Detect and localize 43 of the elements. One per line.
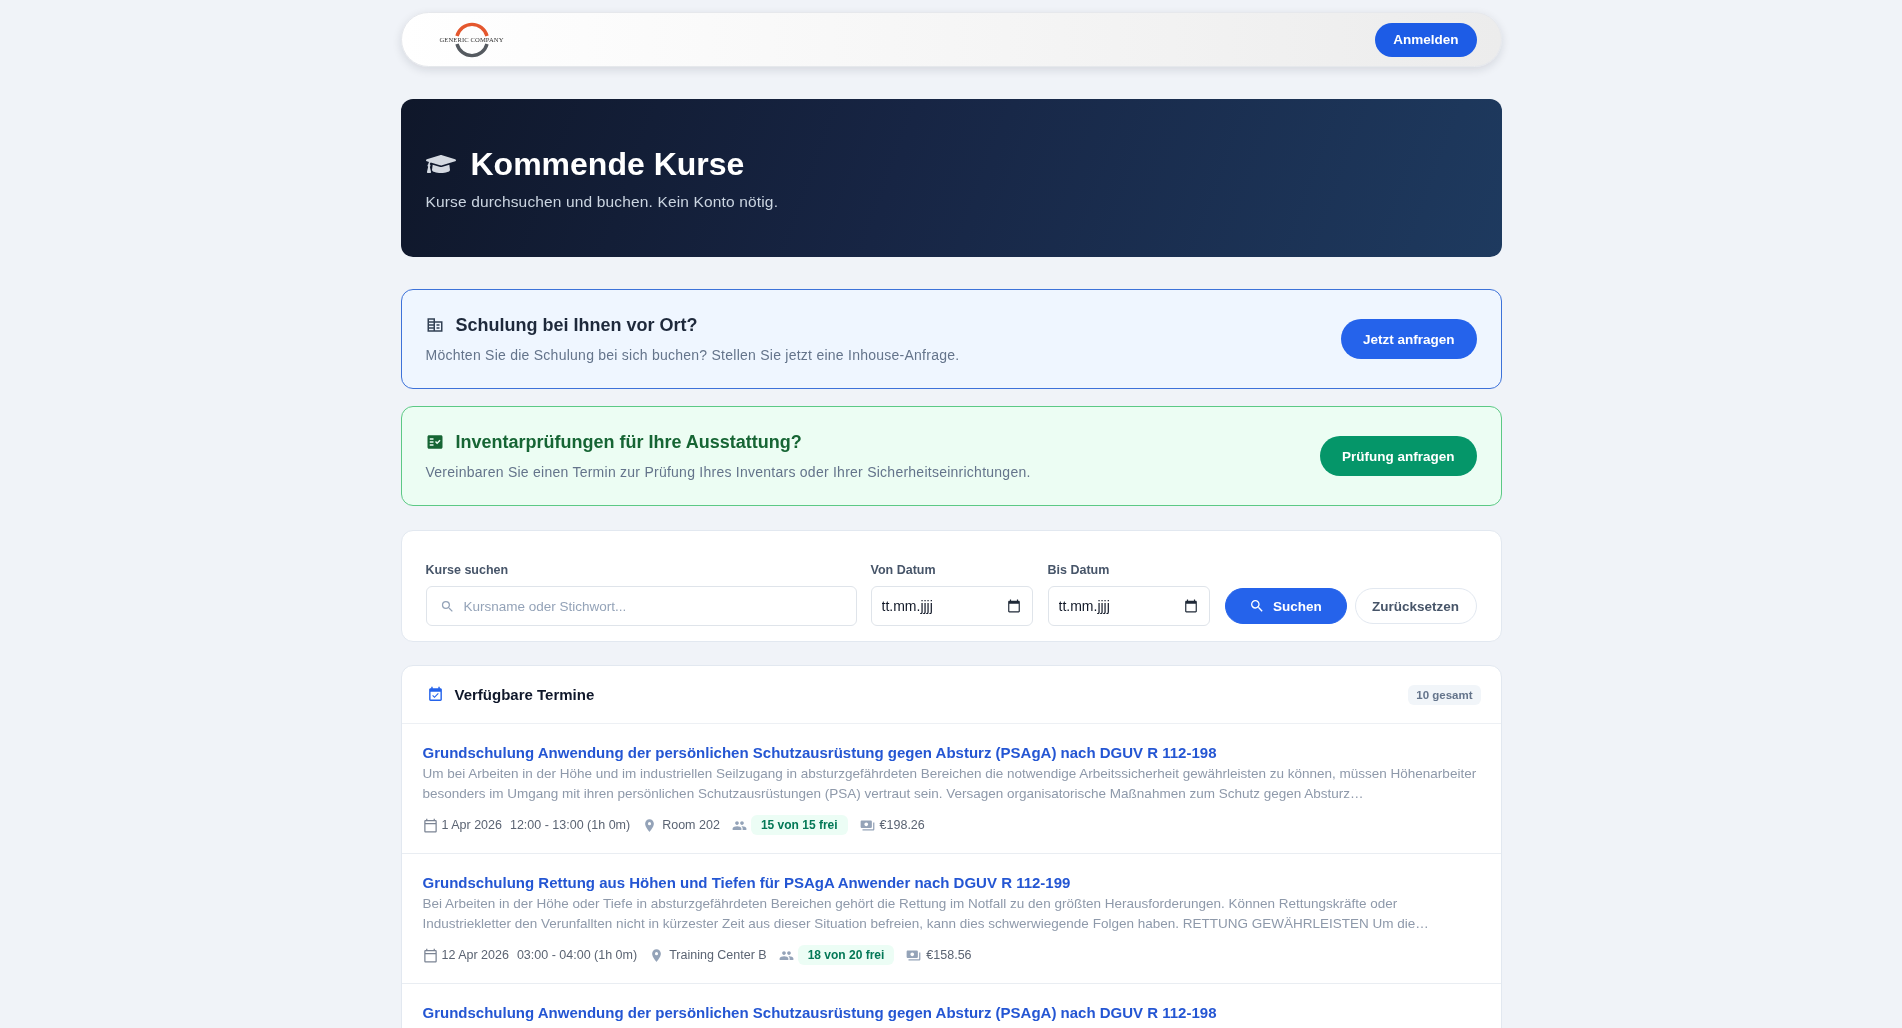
course-title-link[interactable]: Grundschulung Rettung aus Höhen und Tiefen für PSAgA Anwender nach DGUV R 112-199 [422, 873, 1071, 893]
course-time: 03:00 - 04:00 (1h 0m) [516, 948, 638, 962]
course-description: Bei Arbeiten in der Höhe oder Tiefe in absturzgefährdeten Bereichen gehört die Rettung im Notfall zu den größten Herausforderungen. Können Rettungskräfte oder Industriekletter den Verunfallten nicht in kürzester Zeit aus dieser Situation befreien, kann dies schwerwiegende Folgen haben. RETTUNG GEWÄHRLEISTEN Um die… [422, 895, 1430, 933]
login-button[interactable]: Anmelden [1375, 22, 1477, 57]
calendar-icon[interactable] [1006, 599, 1021, 613]
checklist-icon [425, 433, 444, 451]
course-location: Training Center B [669, 948, 767, 962]
field-label: Kurse suchen [425, 562, 510, 578]
banner-text: Vereinbaren Sie einen Termin zur Prüfung Ihres Inventars oder Ihrer Sicherheitseinrichtungen. [425, 463, 1031, 482]
request-button[interactable]: Prüfung anfragen [1320, 436, 1477, 476]
course-description: Um bei Arbeiten in der Höhe und im industriellen Seilzugang in absturzgefährdeten Bereichen die notwendige Arbeitssicherheit gewährleisten zu können, müssen Höhenarbeiter besonders im Umgang mit ihren persönlichen Schutzausrüstungen (PSA) vertraut sein. Versagen organisatorische Maßnahmen zum Schutz gegen Absturz… [422, 765, 1477, 803]
course-title-link[interactable]: Grundschulung Anwendung der persönlichen Schutzausrüstung gegen Absturz (PSAgA) nach DGUV R 112-198 [422, 1003, 1217, 1023]
page-subtitle: Kurse durchsuchen und buchen. Kein Konto nötig. [425, 192, 780, 212]
search-button[interactable]: Suchen [1224, 588, 1347, 624]
course-location: Room 202 [662, 818, 720, 832]
section-title: Verfügbare Termine [454, 686, 595, 703]
course-date: 1 Apr 2026 [441, 818, 502, 832]
calendar-icon[interactable] [1183, 599, 1198, 613]
calendar-icon [422, 817, 438, 833]
search-field[interactable]: Kursname oder Stichwort... [425, 586, 857, 626]
reset-button[interactable]: Zurücksetzen [1354, 588, 1477, 624]
course-title-link[interactable]: Grundschulung Anwendung der persönlichen Schutzausrüstung gegen Absturz (PSAgA) nach DGUV R 112-198 [422, 743, 1217, 763]
calendar-check-icon [426, 686, 444, 703]
course-price: €198.26 [879, 818, 925, 832]
search-icon [1249, 598, 1266, 614]
calendar-icon [422, 947, 438, 963]
date-field[interactable]: tt.mm.jjjj [870, 586, 1033, 626]
date-field[interactable]: tt.mm.jjjj [1047, 586, 1210, 626]
course-time: 12:00 - 13:00 (1h 0m) [509, 818, 631, 832]
search-icon [439, 599, 455, 614]
page-title: Kommende Kurse [470, 145, 745, 184]
course-date: 12 Apr 2026 [441, 948, 509, 962]
count-badge: 10 gesamt [1408, 684, 1481, 705]
banner-text: Möchten Sie die Schulung bei sich buchen? Stellen Sie jetzt eine Inhouse-Anfrage. [425, 346, 960, 365]
seats-badge: 15 von 15 frei [750, 815, 848, 835]
banner-title: Schulung bei Ihnen vor Ort? [455, 314, 698, 337]
request-button[interactable]: Jetzt anfragen [1340, 319, 1477, 359]
field-label: Von Datum [870, 562, 937, 578]
building-icon [425, 316, 444, 334]
seats-badge: 18 von 20 frei [797, 945, 895, 965]
field-label: Bis Datum [1047, 562, 1111, 578]
banner-title: Inventarprüfungen für Ihre Ausstattung? [455, 431, 802, 454]
course-price: €158.56 [926, 948, 972, 962]
